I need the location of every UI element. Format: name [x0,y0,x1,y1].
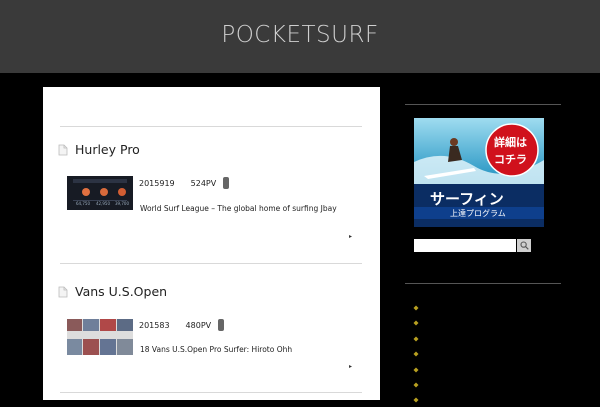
share-button[interactable] [223,177,230,189]
post-thumbnail-vans-us-open[interactable] [67,319,133,355]
post-excerpt: 18 Vans U.S.Open Pro Surfer: Hiroto Ohh [140,345,293,354]
thumb-stat: 42,950 [96,201,110,206]
thumb-stat: 39,700 [115,201,129,206]
post-views: 524PV [190,178,217,188]
post-meta: 201583 480PV [139,319,225,331]
share-button[interactable] [218,319,225,331]
sidebar-list-bullet-icon[interactable] [413,358,419,373]
page-bullet-icon [58,144,68,155]
post-date: 2015919 [139,178,175,188]
site-logo[interactable]: POCKETSURF [0,22,600,48]
sidebar-divider [405,283,561,284]
sidebar-list-bullet-icon[interactable] [413,388,419,403]
divider [60,126,362,127]
post-thumbnail-hurley-pro[interactable]: 64,750 42,950 39,700 [67,176,133,210]
sidebar-list-bullet-icon[interactable] [413,311,419,326]
read-more-link[interactable]: ▸ [349,233,352,240]
post-title-text: Vans U.S.Open [75,284,168,299]
thumb-stat: 64,750 [76,201,90,206]
surf-program-banner[interactable]: 詳細は コチラ サーフィン 上達プログラム [414,118,544,227]
sidebar-list [413,296,419,404]
thumbnail-collage-image [67,319,133,355]
banner-headline: サーフィン [430,190,504,208]
main-content: Hurley Pro 64,750 42,950 39,700 2015919 … [43,87,380,400]
sidebar-list-bullet-icon[interactable] [413,373,419,388]
post-excerpt: World Surf League – The global home of s… [140,204,337,213]
divider [60,392,362,393]
post-title-vans-us-open[interactable]: Vans U.S.Open [57,284,167,299]
divider [60,263,362,264]
search-icon [519,241,529,250]
sidebar-list-bullet-icon[interactable] [413,327,419,342]
sidebar-divider [405,104,561,105]
post-title-hurley-pro[interactable]: Hurley Pro [57,142,140,157]
site-header: POCKETSURF [0,0,600,73]
post-views: 480PV [185,320,212,330]
post-meta: 2015919 524PV [139,177,230,189]
banner-badge-text: コチラ [494,153,527,166]
read-more-link[interactable]: ▸ [349,363,352,370]
post-title-text: Hurley Pro [75,142,140,157]
banner-badge-text: 詳細は [494,136,527,149]
sidebar-list-bullet-icon[interactable] [413,342,419,357]
post-date: 201583 [139,320,170,330]
search-button[interactable] [517,239,531,252]
banner-subline: 上達プログラム [450,209,506,218]
search-form [414,239,531,252]
search-input[interactable] [414,239,516,252]
sidebar-list-bullet-icon[interactable] [413,296,419,311]
page-bullet-icon [58,286,68,297]
